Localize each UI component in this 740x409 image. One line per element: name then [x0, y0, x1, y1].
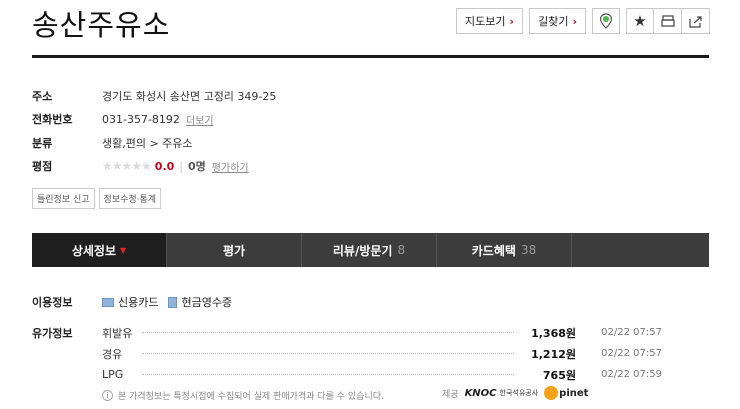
chevron-right-icon: ›: [509, 14, 515, 28]
payment-options: 신용카드 현금영수증: [102, 294, 232, 310]
fuel-price: 765원: [542, 368, 576, 382]
location-pin-icon: [599, 13, 613, 29]
credit-card-label: 신용카드: [118, 296, 159, 309]
route-button[interactable]: 길찾기 ›: [529, 8, 586, 34]
address-label: 주소: [32, 89, 53, 103]
detail-tabs: 상세정보 ▼ 평가 리뷰/방문기 8 카드혜택 38: [32, 233, 709, 267]
category-row: 분류 생활,편의 > 주유소: [32, 131, 276, 155]
location-pin-button[interactable]: [592, 8, 620, 34]
tab-rating[interactable]: 평가: [167, 233, 302, 267]
price-row: 경유 1,212원 02/22 07:57: [102, 343, 662, 364]
tab-reviews[interactable]: 리뷰/방문기 8: [302, 233, 437, 267]
caret-down-icon: ▼: [120, 245, 127, 255]
map-view-label: 지도보기: [465, 15, 506, 28]
fuel-price: 1,212원: [531, 347, 576, 361]
fuel-type: 휘발유: [102, 326, 133, 340]
map-view-button[interactable]: 지도보기 ›: [456, 8, 524, 34]
toolbar: 지도보기 › 길찾기 › ★: [450, 8, 710, 34]
report-error-button[interactable]: 틀린정보 신고: [32, 188, 95, 209]
price-list: 휘발유 1,368원 02/22 07:57 경유 1,212원 02/22 0…: [102, 322, 662, 385]
edit-info-button[interactable]: 정보수정·통계: [98, 188, 162, 209]
info-actions: 틀린정보 신고 정보수정·통계: [32, 188, 165, 209]
star-icon: ★: [633, 12, 647, 30]
tab-card-benefits[interactable]: 카드혜택 38: [437, 233, 572, 267]
page-title: 송산주유소: [32, 8, 171, 42]
route-label: 길찾기: [538, 15, 569, 28]
rating-count: 0명: [188, 160, 206, 174]
opinet-text: pinet: [559, 387, 589, 399]
price-row: LPG 765원 02/22 07:59: [102, 364, 662, 385]
divider: |: [179, 159, 184, 173]
price-timestamp: 02/22 07:57: [601, 327, 662, 338]
rating-label: 평점: [32, 160, 53, 174]
rating-stars-icon: ★★★★★: [102, 159, 152, 174]
knoc-subtitle: 한국석유공사: [499, 389, 539, 397]
phone-value: 031-357-8192: [102, 112, 180, 126]
tab-label: 상세정보: [71, 243, 116, 258]
phone-more-link[interactable]: 더보기: [186, 112, 214, 127]
opinet-logo: pinet: [544, 386, 588, 400]
title-divider: [32, 55, 709, 58]
price-row: 휘발유 1,368원 02/22 07:57: [102, 322, 662, 343]
category-value: 생활,편의 > 주유소: [102, 136, 193, 150]
knoc-logo: KNOC: [465, 388, 497, 399]
fuel-type: LPG: [102, 368, 124, 381]
knoc-text: KNOC: [464, 387, 497, 399]
info-icon: i: [102, 390, 113, 401]
rate-link[interactable]: 평가하기: [212, 159, 249, 174]
share-button[interactable]: [682, 8, 710, 34]
price-notice: i 본 가격정보는 특정시점에 수집되어 실제 판매가격과 다를 수 있습니다.: [102, 389, 384, 402]
tab-label: 리뷰/방문기: [332, 243, 393, 258]
price-label: 유가정보: [32, 327, 73, 340]
favorite-button[interactable]: ★: [626, 8, 654, 34]
cash-receipt-label: 현금영수증: [181, 296, 233, 309]
rating-score: 0.0: [154, 159, 175, 173]
price-timestamp: 02/22 07:57: [601, 348, 662, 359]
tab-detail[interactable]: 상세정보 ▼: [32, 233, 167, 267]
phone-row: 전화번호 031-357-8192 더보기: [32, 108, 276, 132]
dotted-leader: [142, 332, 514, 333]
rating-row: 평점 ★★★★★ 0.0 | 0명 평가하기: [32, 155, 276, 179]
fuel-price: 1,368원: [531, 326, 576, 340]
phone-label: 전화번호: [32, 113, 73, 127]
share-icon: [688, 15, 702, 28]
credit-card-icon: [102, 297, 114, 307]
fuel-type: 경유: [102, 347, 123, 361]
print-button[interactable]: [654, 8, 682, 34]
tab-label: 평가: [222, 243, 246, 258]
tab-count: 38: [520, 243, 537, 257]
price-timestamp: 02/22 07:59: [601, 369, 662, 380]
dotted-leader: [142, 374, 514, 375]
notice-text: 본 가격정보는 특정시점에 수집되어 실제 판매가격과 다를 수 있습니다.: [118, 392, 384, 402]
address-row: 주소 경기도 화성시 송산면 고정리 349-25: [32, 84, 276, 108]
opinet-o-icon: [544, 386, 559, 400]
address-value: 경기도 화성시 송산면 고정리 349-25: [102, 89, 277, 103]
tab-count: 8: [397, 243, 406, 257]
provider-label: 제공: [442, 389, 459, 400]
category-label: 분류: [32, 136, 53, 150]
print-icon: [660, 15, 675, 27]
place-info: 주소 경기도 화성시 송산면 고정리 349-25 전화번호 031-357-8…: [32, 84, 276, 178]
data-provider: 제공 KNOC 한국석유공사 pinet: [442, 386, 588, 400]
chevron-right-icon: ›: [572, 14, 577, 28]
tab-label: 카드혜택: [471, 243, 516, 258]
usage-label: 이용정보: [32, 296, 73, 309]
receipt-icon: [168, 296, 178, 308]
dotted-leader: [142, 353, 514, 354]
